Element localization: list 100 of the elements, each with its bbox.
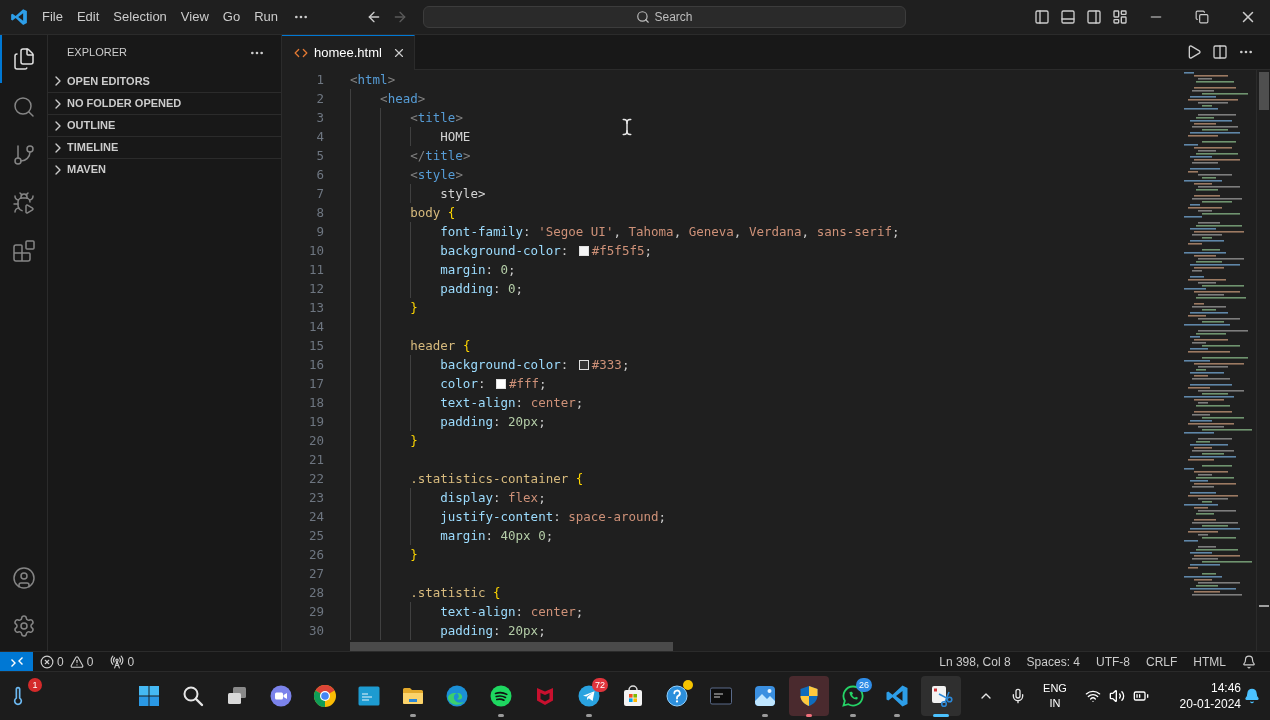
menu-item[interactable]: Run (247, 6, 285, 28)
status-item[interactable]: CRLF (1138, 651, 1186, 672)
back-arrow-icon[interactable] (366, 9, 382, 25)
layout-icon[interactable] (1112, 9, 1128, 25)
code-text: background-color: (440, 356, 570, 374)
code-text: display: flex; (440, 489, 546, 507)
code-text: .statistic { (410, 584, 501, 602)
notification-badge: 72 (592, 678, 608, 692)
code-text: } (410, 546, 418, 564)
line-number: 7 (315, 185, 324, 203)
code-editor-logo-icon[interactable] (10, 8, 28, 26)
taskbar-button[interactable] (789, 676, 829, 716)
image-icon (753, 684, 777, 708)
line-number: 22 (307, 470, 324, 488)
code-text: <head> (380, 90, 426, 108)
section-header[interactable]: NO FOLDER OPENED (48, 92, 281, 114)
microphone-icon[interactable] (1010, 688, 1026, 704)
taskbar-button[interactable] (921, 676, 961, 716)
settings-icon[interactable] (11, 614, 36, 638)
search-box[interactable]: Search (423, 6, 906, 28)
play-icon[interactable] (1186, 44, 1202, 60)
music-icon (489, 684, 513, 708)
scrollbar-thumb[interactable] (1259, 72, 1269, 110)
color-swatch-icon[interactable] (578, 245, 589, 256)
color-swatch-icon[interactable] (578, 359, 589, 370)
warning-icon[interactable] (69, 654, 84, 669)
ports-count[interactable]: 0 (127, 652, 135, 671)
restore-icon[interactable] (1195, 10, 1209, 24)
app-window-icon (709, 684, 733, 708)
line-number: 10 (307, 242, 324, 260)
wifi-icon[interactable] (1085, 688, 1101, 704)
search-icon (181, 684, 205, 708)
language-indicator[interactable]: ENG IN (1037, 681, 1073, 711)
code-text: style> (440, 185, 486, 203)
cursor-position-marker (1259, 605, 1269, 607)
section-header[interactable]: OUTLINE (48, 114, 281, 136)
color-swatch-icon[interactable] (496, 378, 506, 389)
code-text: justify-content: space-around; (440, 508, 667, 526)
search-icon[interactable] (11, 95, 36, 119)
line-number: 2 (315, 90, 324, 108)
panel-bottom-icon[interactable] (1060, 9, 1076, 25)
code-text: <style> (410, 166, 463, 184)
split-editor-icon[interactable] (1212, 44, 1228, 60)
sidebar-right-icon[interactable] (1086, 9, 1102, 25)
line-number: 16 (307, 356, 324, 374)
line-number: 15 (307, 337, 324, 355)
code-text: header { (410, 337, 471, 355)
radio-tower-icon[interactable] (110, 654, 125, 669)
line-number: 9 (315, 223, 324, 241)
files-icon[interactable] (11, 47, 36, 71)
line-number: 29 (307, 603, 324, 621)
code-text: body { (410, 204, 456, 222)
browser-icon (445, 684, 469, 708)
code-text: margin: 40px 0; (440, 527, 554, 545)
line-number: 5 (315, 147, 324, 165)
menu-item[interactable]: Edit (69, 6, 107, 28)
notification-bell-icon[interactable] (1242, 654, 1256, 669)
menu-item[interactable]: File (35, 6, 70, 28)
branch-icon[interactable] (11, 143, 36, 167)
code-text: .statistics-container { (410, 470, 584, 488)
code-text: <html> (350, 71, 396, 89)
warning-count[interactable]: 0 (86, 652, 94, 671)
code-text: background-color: (440, 242, 570, 260)
section-header[interactable]: MAVEN (48, 158, 281, 180)
code-text: #f5f5f5; (591, 242, 652, 260)
line-number: 24 (307, 508, 324, 526)
notification-bell-icon[interactable] (1244, 688, 1260, 704)
editor-tab[interactable]: homee.html (282, 35, 415, 70)
sidebar-left-icon[interactable] (1034, 9, 1050, 25)
line-number: 14 (307, 318, 324, 336)
menu-item[interactable]: Go (215, 6, 248, 28)
status-item[interactable]: UTF-8 (1088, 651, 1138, 672)
code-text: padding: 20px; (440, 622, 546, 640)
code-text: } (410, 299, 418, 317)
play-bug-icon[interactable] (11, 191, 36, 215)
error-count[interactable]: 0 (57, 652, 64, 671)
account-icon[interactable] (11, 566, 36, 590)
scissors-icon (929, 684, 953, 708)
menu-item[interactable]: Selection (106, 6, 174, 28)
battery-icon[interactable] (1133, 688, 1149, 704)
app-tile-icon (357, 684, 381, 708)
date-time[interactable]: 14:46 20-01-2024 (1171, 680, 1241, 712)
menu-item[interactable]: View (173, 6, 216, 28)
code-text: text-align: center; (440, 394, 584, 412)
line-number: 28 (307, 584, 324, 602)
line-number: 19 (307, 413, 324, 431)
status-item[interactable]: Ln 398, Col 8 (931, 651, 1019, 672)
code-text: </title> (410, 147, 471, 165)
status-item[interactable]: Spaces: 4 (1018, 651, 1088, 672)
blocks-icon[interactable] (11, 239, 36, 263)
code-text: HOME (440, 128, 471, 146)
error-icon[interactable] (40, 654, 54, 669)
status-item[interactable]: HTML (1185, 651, 1234, 672)
line-number: 27 (307, 565, 324, 583)
volume-icon[interactable] (1109, 688, 1125, 704)
scrollbar-thumb[interactable] (350, 642, 673, 651)
code-text: font-family: 'Segoe UI', Tahoma, Geneva, Verdana, sans-serif; (440, 223, 900, 241)
section-header[interactable]: OPEN EDITORS (48, 70, 281, 92)
section-header[interactable]: TIMELINE (48, 136, 281, 158)
line-number: 20 (307, 432, 324, 450)
